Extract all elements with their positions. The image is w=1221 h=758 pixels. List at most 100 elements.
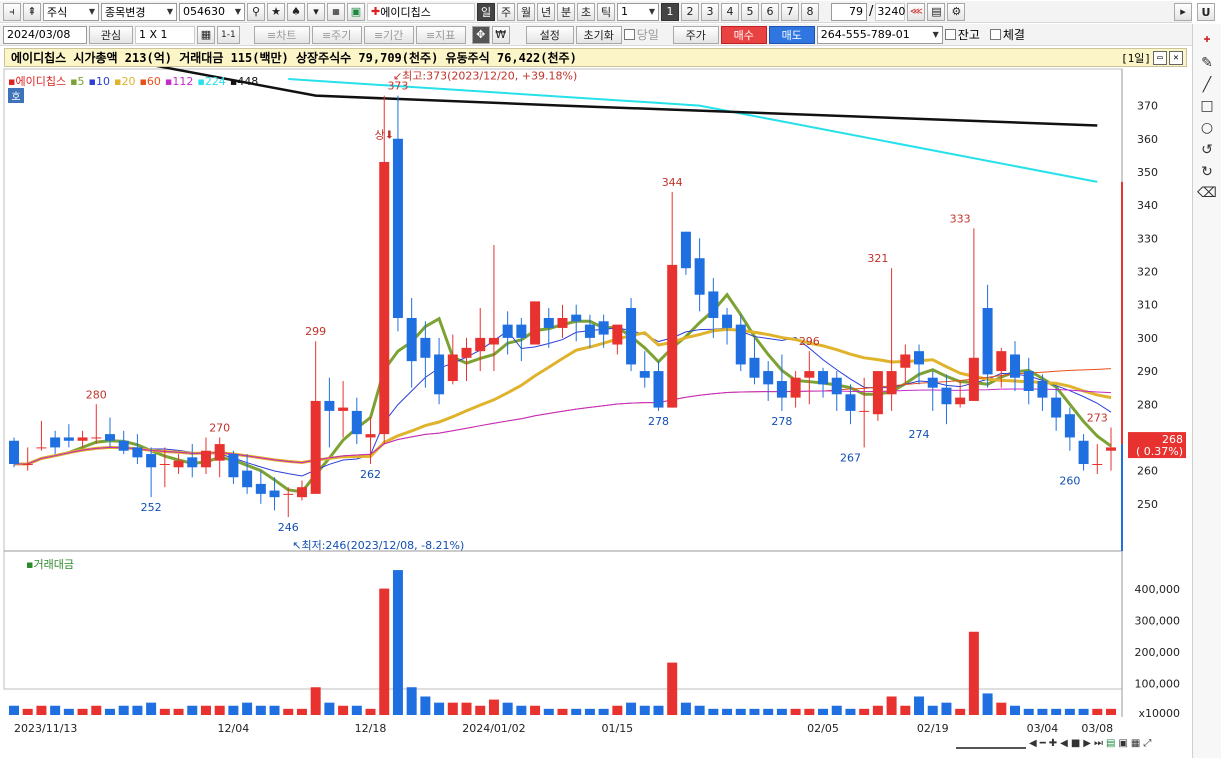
prev-icon[interactable]: ▸: [1174, 2, 1192, 21]
grid-icon[interactable]: ▦: [327, 2, 345, 21]
date-label: 12/18: [355, 722, 387, 735]
index-button[interactable]: ≡지표: [415, 25, 466, 44]
circle-icon[interactable]: ○: [1197, 119, 1217, 137]
period-number-select[interactable]: 1 ▼: [617, 2, 659, 21]
price-label: 260: [1059, 475, 1080, 488]
period-minute[interactable]: 분: [557, 2, 575, 21]
period-month[interactable]: 월: [517, 2, 535, 21]
market-type-select[interactable]: 주식 ▼: [43, 2, 99, 21]
excel-icon[interactable]: ▤: [1106, 738, 1115, 749]
execution-checkbox[interactable]: 체결: [989, 26, 1025, 43]
line-icon[interactable]: ╱: [1197, 76, 1217, 94]
volume-bar: [406, 687, 417, 715]
date-input[interactable]: 2024/03/08: [3, 25, 87, 44]
chart-button[interactable]: ≡차트: [253, 25, 310, 44]
candle-body: [612, 324, 623, 345]
tool-icon[interactable]: ✚: [1197, 30, 1217, 48]
candle-body: [1023, 371, 1034, 391]
volume-bar: [1092, 708, 1103, 715]
high-annotation: ↙최고:373(2023/12/20, +39.18%): [393, 70, 577, 83]
table-icon[interactable]: ▦: [197, 25, 215, 44]
expand-icon[interactable]: ⤢: [1143, 738, 1151, 749]
zoom-icon[interactable]: ⋘: [907, 2, 926, 21]
candle-body: [132, 447, 143, 458]
pencil-icon[interactable]: ✎: [1197, 54, 1217, 72]
eraser-icon[interactable]: ⌫: [1197, 184, 1217, 202]
rotate-right-icon[interactable]: ↻: [1197, 163, 1217, 181]
sell-button[interactable]: 매도: [768, 25, 815, 44]
n-button-2[interactable]: 2: [681, 2, 699, 21]
volume-bar: [818, 708, 829, 715]
period-second[interactable]: 초: [577, 2, 595, 21]
crosshair-icon[interactable]: ✥: [471, 25, 490, 44]
price-tick-label: 250: [1137, 498, 1158, 511]
search-icon[interactable]: ⚲: [247, 2, 265, 21]
n-button-1[interactable]: 1: [661, 2, 679, 21]
play-back-icon[interactable]: ◀: [1060, 738, 1068, 749]
won-button[interactable]: ₩: [491, 25, 510, 44]
zoom-in-icon[interactable]: ◀: [1029, 738, 1037, 749]
stock-tag-icon[interactable]: ▣: [347, 2, 365, 21]
candle-body: [680, 231, 691, 269]
stop-icon[interactable]: ■: [1071, 738, 1080, 749]
n-button-7[interactable]: 7: [781, 2, 799, 21]
n-button-6[interactable]: 6: [761, 2, 779, 21]
close-icon[interactable]: ✕: [1169, 51, 1183, 65]
n-button-8[interactable]: 8: [801, 2, 819, 21]
stock-code-input[interactable]: 054630 ▼: [179, 2, 245, 21]
buy-button[interactable]: 매수: [720, 25, 767, 44]
reset-button[interactable]: 초기화: [575, 25, 622, 44]
stock-change-select[interactable]: 종목변경 ▼: [101, 2, 177, 21]
volume-bar: [763, 708, 774, 715]
play-icon[interactable]: ▶: [1083, 738, 1091, 749]
star-icon[interactable]: ★: [267, 2, 285, 21]
drawing-tools-sidebar: ✚ ✎ ╱ □ ○ ↺ ↻ ⌫: [1192, 24, 1221, 758]
main-button[interactable]: ≡주기: [311, 25, 362, 44]
layout-button[interactable]: 1 X 1: [135, 25, 195, 44]
plus-icon[interactable]: ✚: [1049, 738, 1057, 749]
candle-body: [886, 371, 897, 395]
pin-icon[interactable]: ⫞: [3, 2, 21, 21]
save-icon[interactable]: ▤: [927, 2, 946, 21]
print-icon[interactable]: ▦: [1131, 738, 1140, 749]
layout2-button[interactable]: 1-1: [217, 25, 240, 44]
save-chart-icon[interactable]: ▣: [1118, 738, 1127, 749]
balance-checkbox[interactable]: 잔고: [944, 26, 980, 43]
volume-bar: [557, 708, 568, 715]
badge[interactable]: 호: [8, 88, 24, 103]
balance-box[interactable]: [944, 29, 956, 40]
minus-icon[interactable]: ━: [1040, 738, 1046, 749]
period-year[interactable]: 년: [537, 2, 555, 21]
rotate-left-icon[interactable]: ↺: [1197, 141, 1217, 159]
account-select[interactable]: 264-555-789-01 ▼: [816, 25, 943, 44]
period-tick[interactable]: 틱: [597, 2, 615, 21]
n-button-3[interactable]: 3: [701, 2, 719, 21]
price-button[interactable]: 주가: [672, 25, 719, 44]
period-week[interactable]: 주: [497, 2, 515, 21]
arrow-up-icon[interactable]: ⇞: [23, 2, 41, 21]
gear-icon[interactable]: ⚙: [947, 2, 966, 21]
stock-chart[interactable]: 2802522702462992623732783442782962673212…: [0, 67, 1188, 757]
same-day-box[interactable]: [623, 29, 635, 40]
interest-button[interactable]: 관심: [89, 25, 133, 44]
execution-box[interactable]: [989, 29, 1001, 40]
display-count-input[interactable]: 79: [831, 2, 867, 21]
end-icon[interactable]: ⏭: [1094, 738, 1103, 749]
candle-body: [200, 450, 211, 468]
term-button[interactable]: ≡기간: [363, 25, 414, 44]
period-day[interactable]: 일: [477, 2, 495, 21]
candle-body: [269, 490, 280, 498]
zoom-slider[interactable]: [956, 739, 1026, 749]
n-button-5[interactable]: 5: [741, 2, 759, 21]
rectangle-icon[interactable]: □: [1197, 97, 1217, 115]
volume-bar: [749, 708, 760, 715]
same-day-checkbox[interactable]: 당일: [623, 26, 659, 43]
price-label: 333: [950, 212, 971, 225]
volume-bar: [886, 696, 897, 715]
settings-button[interactable]: 설정: [525, 25, 574, 44]
minimize-icon[interactable]: ▭: [1153, 51, 1167, 65]
dropdown-icon[interactable]: ▾: [307, 2, 325, 21]
n-button-4[interactable]: 4: [721, 2, 739, 21]
u-button[interactable]: U: [1197, 3, 1215, 21]
spade-icon[interactable]: ♠: [287, 2, 305, 21]
